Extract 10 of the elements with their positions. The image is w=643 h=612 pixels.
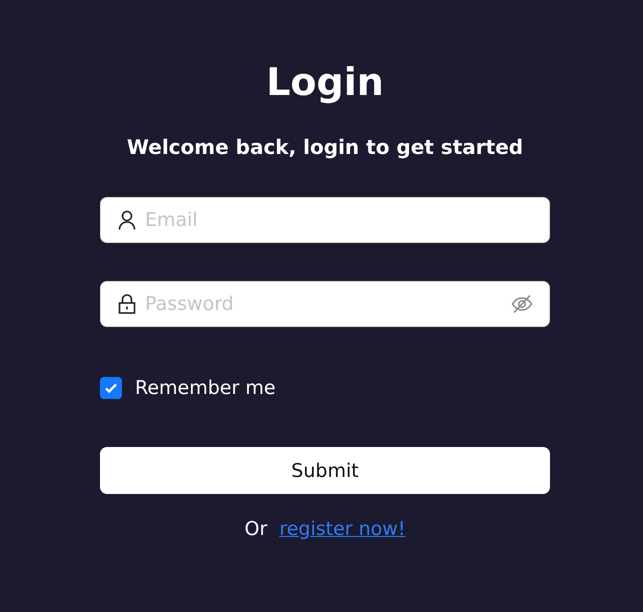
remember-label: Remember me xyxy=(135,377,276,399)
register-link[interactable]: register now! xyxy=(279,518,406,540)
or-text: Or xyxy=(244,518,268,540)
remember-checkbox[interactable] xyxy=(100,377,122,399)
email-field[interactable]: Email xyxy=(100,197,550,243)
submit-button[interactable]: Submit xyxy=(100,447,550,494)
subtitle: Welcome back, login to get started xyxy=(126,134,524,160)
page-title: Login xyxy=(265,59,385,106)
password-field[interactable]: Password xyxy=(100,281,550,327)
hidden-eye-icon[interactable] xyxy=(511,294,533,314)
